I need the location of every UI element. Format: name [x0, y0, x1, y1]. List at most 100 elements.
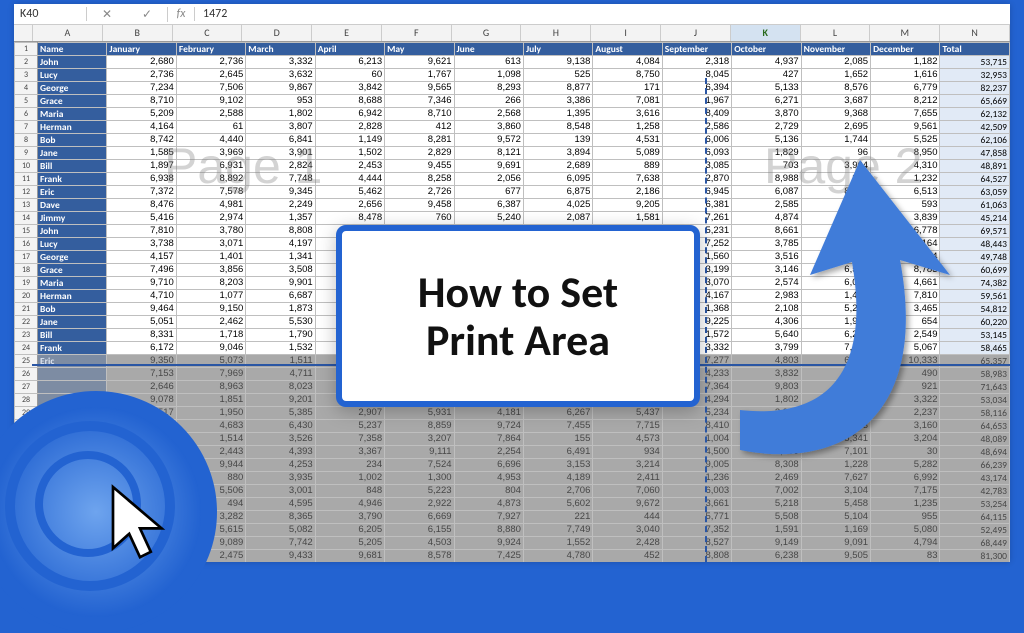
row-number[interactable]: 10	[15, 160, 38, 173]
col-header[interactable]: D	[242, 25, 312, 41]
row-name[interactable]: Bill	[38, 329, 107, 342]
row-number[interactable]: 5	[15, 95, 38, 108]
row-number[interactable]: 22	[15, 316, 38, 329]
cell[interactable]: 5,218	[732, 498, 801, 511]
cell[interactable]: 452	[593, 550, 662, 563]
cell[interactable]: 7,742	[246, 537, 315, 550]
cell[interactable]: 9,102	[176, 95, 245, 108]
cell[interactable]: 5,530	[246, 316, 315, 329]
cell[interactable]: 2,411	[593, 472, 662, 485]
cell[interactable]: 3,146	[732, 264, 801, 277]
cell[interactable]: 7,175	[871, 485, 940, 498]
cell[interactable]: 64,653	[940, 420, 1010, 433]
cell[interactable]: 7,655	[871, 108, 940, 121]
cell[interactable]: 3,465	[871, 303, 940, 316]
cell[interactable]: 3,322	[871, 394, 940, 407]
cell[interactable]: 1,585	[107, 147, 176, 160]
cell[interactable]: 7,715	[593, 420, 662, 433]
cell[interactable]: 2,428	[593, 537, 662, 550]
col-header[interactable]: L	[801, 25, 871, 41]
cell[interactable]: 7,810	[107, 225, 176, 238]
row-number[interactable]: 16	[15, 238, 38, 251]
cell[interactable]: 8,742	[107, 134, 176, 147]
cell[interactable]: 654	[871, 316, 940, 329]
cell[interactable]: 2,249	[246, 199, 315, 212]
cell[interactable]: 4,595	[246, 498, 315, 511]
cell[interactable]: 9,368	[801, 108, 870, 121]
row-name[interactable]: Jimmy	[38, 212, 107, 225]
cell[interactable]: 2,922	[385, 498, 454, 511]
cell[interactable]: 5,508	[732, 511, 801, 524]
cell[interactable]: 4,527	[801, 407, 870, 420]
cell[interactable]: 5,437	[593, 407, 662, 420]
cell[interactable]: 69,571	[940, 225, 1010, 238]
cell[interactable]: 3,071	[176, 238, 245, 251]
cell[interactable]: 9,005	[662, 459, 731, 472]
row-name[interactable]: Jane	[38, 316, 107, 329]
cell[interactable]: 6,430	[246, 420, 315, 433]
cell[interactable]: 8,783	[871, 264, 940, 277]
cell[interactable]: 2,870	[662, 173, 731, 186]
cell[interactable]: 1,809	[801, 251, 870, 264]
cell[interactable]: 6,778	[871, 225, 940, 238]
cell[interactable]: 8,578	[385, 550, 454, 563]
row-name[interactable]: Herman	[38, 290, 107, 303]
row-number[interactable]: 8	[15, 134, 38, 147]
cell[interactable]: 2,726	[385, 186, 454, 199]
cell[interactable]: 1,004	[662, 433, 731, 446]
row-number[interactable]: 4	[15, 82, 38, 95]
cell[interactable]: 5,051	[107, 316, 176, 329]
cell[interactable]: 74,382	[940, 277, 1010, 290]
cell[interactable]: 1,581	[593, 212, 662, 225]
cell[interactable]: 8,121	[454, 147, 523, 160]
cell[interactable]: 8,365	[246, 511, 315, 524]
cell[interactable]: 5,089	[593, 147, 662, 160]
cell[interactable]: 9,150	[176, 303, 245, 316]
cell[interactable]: 32,953	[940, 69, 1010, 82]
cell[interactable]: 6,491	[523, 446, 592, 459]
row-name[interactable]	[38, 368, 107, 381]
cell[interactable]: 6,696	[454, 459, 523, 472]
row-name[interactable]: Bill	[38, 160, 107, 173]
cell[interactable]: 5,234	[662, 407, 731, 420]
cell[interactable]: 613	[454, 56, 523, 69]
column-header[interactable]: November	[801, 43, 870, 56]
cell[interactable]: 2,829	[385, 147, 454, 160]
cell[interactable]: 1,897	[107, 160, 176, 173]
cell[interactable]: 9,691	[454, 160, 523, 173]
cell[interactable]: 7,496	[107, 264, 176, 277]
cell[interactable]: 5,771	[662, 511, 731, 524]
cell[interactable]: 2,706	[523, 485, 592, 498]
cell[interactable]: 4,181	[454, 407, 523, 420]
cell[interactable]: 58,116	[940, 407, 1010, 420]
cell[interactable]: 2,983	[732, 290, 801, 303]
cell[interactable]: 4,803	[732, 355, 801, 368]
cell[interactable]: 5,209	[107, 108, 176, 121]
cell[interactable]: 3,785	[732, 238, 801, 251]
name-box[interactable]: K40	[14, 7, 87, 21]
cell[interactable]: 4,573	[593, 433, 662, 446]
cell[interactable]: 1,182	[871, 56, 940, 69]
cell[interactable]: 4,946	[315, 498, 384, 511]
cell[interactable]: 5,462	[315, 186, 384, 199]
cell[interactable]: 1,300	[385, 472, 454, 485]
cell[interactable]: 3,367	[315, 446, 384, 459]
row-name[interactable]: Lucy	[38, 238, 107, 251]
cell[interactable]: 234	[315, 459, 384, 472]
cell[interactable]: 4,776	[801, 394, 870, 407]
cell[interactable]: 4,531	[593, 134, 662, 147]
cell[interactable]: 53,715	[940, 56, 1010, 69]
cell[interactable]: 8,808	[246, 225, 315, 238]
row-number[interactable]: 2	[15, 56, 38, 69]
cell[interactable]: 3,780	[176, 225, 245, 238]
cell[interactable]: 1,532	[246, 342, 315, 355]
cell[interactable]: 1,164	[871, 238, 940, 251]
cell[interactable]: 2,568	[454, 108, 523, 121]
cell[interactable]: 6,513	[871, 186, 940, 199]
cell[interactable]: 9,572	[454, 134, 523, 147]
cell[interactable]: 8,293	[454, 82, 523, 95]
cell[interactable]: 3,616	[593, 108, 662, 121]
cell[interactable]: 2,680	[107, 56, 176, 69]
col-header[interactable]: B	[103, 25, 173, 41]
cell[interactable]: 5,525	[871, 134, 940, 147]
